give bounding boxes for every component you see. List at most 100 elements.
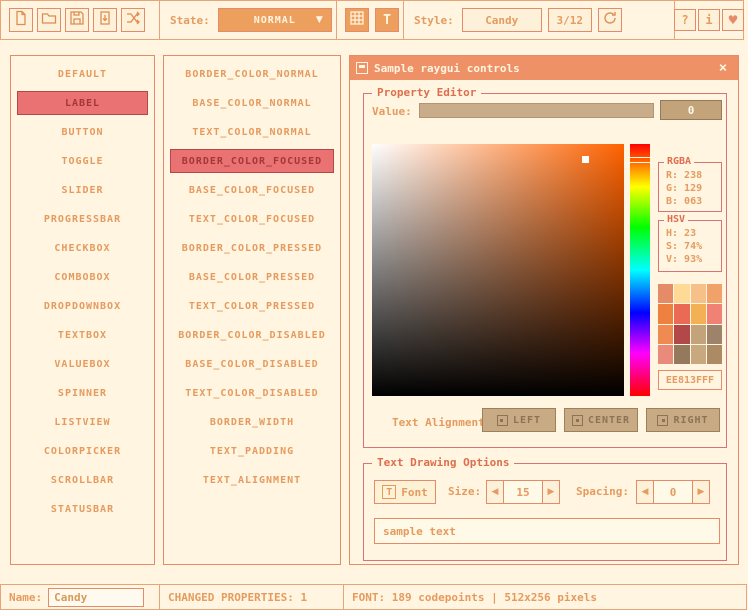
help-button[interactable]: ? bbox=[674, 9, 696, 31]
value-label: Value: bbox=[372, 105, 412, 118]
statusbar-changed-section: CHANGED PROPERTIES: 1 bbox=[159, 584, 344, 610]
hex-value-text: EE813FFF bbox=[666, 375, 714, 386]
palette-swatch[interactable] bbox=[674, 284, 689, 303]
value-box[interactable]: 0 bbox=[660, 100, 722, 120]
spacing-decrement-button[interactable]: ◀ bbox=[636, 480, 654, 504]
control-item-dropdownbox[interactable]: DROPDOWNBOX bbox=[17, 294, 148, 318]
align-right-button[interactable]: RIGHT bbox=[646, 408, 720, 432]
palette-swatch[interactable] bbox=[658, 325, 673, 344]
new-file-button[interactable] bbox=[9, 8, 33, 32]
style-counter-value: 3/12 bbox=[557, 14, 584, 27]
size-decrement-button[interactable]: ◀ bbox=[486, 480, 504, 504]
control-item-combobox[interactable]: COMBOBOX bbox=[17, 265, 148, 289]
random-style-button[interactable] bbox=[121, 8, 145, 32]
palette-swatch[interactable] bbox=[674, 345, 689, 364]
control-item-spinner[interactable]: SPINNER bbox=[17, 381, 148, 405]
window-titlebar[interactable]: Sample raygui controls × bbox=[350, 56, 738, 80]
property-item-border_color_disabled[interactable]: BORDER_COLOR_DISABLED bbox=[170, 323, 334, 347]
close-icon[interactable]: × bbox=[714, 59, 732, 77]
control-item-button[interactable]: BUTTON bbox=[17, 120, 148, 144]
left-arrow-icon: ◀ bbox=[492, 487, 499, 497]
palette-swatch[interactable] bbox=[707, 304, 722, 323]
align-left-label: LEFT bbox=[513, 415, 541, 426]
save-file-button[interactable] bbox=[65, 8, 89, 32]
export-file-button[interactable] bbox=[93, 8, 117, 32]
property-item-text_color_focused[interactable]: TEXT_COLOR_FOCUSED bbox=[170, 207, 334, 231]
spacing-value-box[interactable]: 0 bbox=[653, 480, 693, 504]
reload-style-button[interactable] bbox=[598, 8, 622, 32]
size-increment-button[interactable]: ▶ bbox=[542, 480, 560, 504]
property-item-base_color_pressed[interactable]: BASE_COLOR_PRESSED bbox=[170, 265, 334, 289]
property-item-border_width[interactable]: BORDER_WIDTH bbox=[170, 410, 334, 434]
property-item-border_color_normal[interactable]: BORDER_COLOR_NORMAL bbox=[170, 62, 334, 86]
property-item-text_padding[interactable]: TEXT_PADDING bbox=[170, 439, 334, 463]
hsv-h-value: H: 23 bbox=[666, 227, 721, 240]
rgba-label: RGBA bbox=[664, 156, 694, 167]
state-dropdown-value: NORMAL bbox=[254, 15, 296, 26]
hue-bar-cursor[interactable] bbox=[627, 157, 651, 163]
control-item-slider[interactable]: SLIDER bbox=[17, 178, 148, 202]
style-table-button[interactable] bbox=[345, 8, 369, 32]
palette-swatch[interactable] bbox=[707, 284, 722, 303]
property-item-text_alignment[interactable]: TEXT_ALIGNMENT bbox=[170, 468, 334, 492]
export-icon bbox=[97, 10, 113, 30]
spacing-increment-button[interactable]: ▶ bbox=[692, 480, 710, 504]
palette-swatch[interactable] bbox=[658, 304, 673, 323]
palette-swatch[interactable] bbox=[674, 304, 689, 323]
control-item-checkbox[interactable]: CHECKBOX bbox=[17, 236, 148, 260]
toolbar-style-section: Style: Candy 3/12 bbox=[403, 0, 675, 40]
control-item-textbox[interactable]: TEXTBOX bbox=[17, 323, 148, 347]
palette-swatch[interactable] bbox=[691, 284, 706, 303]
info-button[interactable]: i bbox=[698, 9, 720, 31]
property-item-base_color_focused[interactable]: BASE_COLOR_FOCUSED bbox=[170, 178, 334, 202]
palette-swatch[interactable] bbox=[691, 304, 706, 323]
style-name-input-value: Candy bbox=[54, 591, 87, 604]
property-item-border_color_focused[interactable]: BORDER_COLOR_FOCUSED bbox=[170, 149, 334, 173]
color-picker-cursor[interactable] bbox=[582, 156, 589, 163]
properties-listview: BORDER_COLOR_NORMAL BASE_COLOR_NORMAL TEXT… bbox=[163, 55, 341, 565]
control-item-progressbar[interactable]: PROGRESSBAR bbox=[17, 207, 148, 231]
property-item-text_color_pressed[interactable]: TEXT_COLOR_PRESSED bbox=[170, 294, 334, 318]
toolbar-help-section: ? i ♥ bbox=[674, 0, 744, 40]
control-item-toggle[interactable]: TOGGLE bbox=[17, 149, 148, 173]
palette-swatch[interactable] bbox=[674, 325, 689, 344]
style-name-combobox[interactable]: Candy bbox=[462, 8, 542, 32]
property-item-base_color_disabled[interactable]: BASE_COLOR_DISABLED bbox=[170, 352, 334, 376]
hue-bar[interactable] bbox=[630, 144, 650, 396]
sample-text-input[interactable]: sample text bbox=[374, 518, 720, 544]
palette-swatch[interactable] bbox=[691, 325, 706, 344]
align-center-button[interactable]: CENTER bbox=[564, 408, 638, 432]
control-item-listview[interactable]: LISTVIEW bbox=[17, 410, 148, 434]
palette-swatch[interactable] bbox=[658, 284, 673, 303]
property-item-border_color_pressed[interactable]: BORDER_COLOR_PRESSED bbox=[170, 236, 334, 260]
control-item-valuebox[interactable]: VALUEBOX bbox=[17, 352, 148, 376]
style-counter-button[interactable]: 3/12 bbox=[548, 8, 592, 32]
save-icon bbox=[69, 10, 85, 30]
text-drawing-options-group: Text Drawing Options T Font Size: ◀ 15 ▶… bbox=[363, 463, 727, 561]
hex-value-box[interactable]: EE813FFF bbox=[658, 370, 722, 390]
palette-swatch[interactable] bbox=[658, 345, 673, 364]
property-item-base_color_normal[interactable]: BASE_COLOR_NORMAL bbox=[170, 91, 334, 115]
property-item-text_color_normal[interactable]: TEXT_COLOR_NORMAL bbox=[170, 120, 334, 144]
state-dropdown[interactable]: NORMAL ▼ bbox=[218, 8, 332, 32]
control-item-label[interactable]: LABEL bbox=[17, 91, 148, 115]
control-item-colorpicker[interactable]: COLORPICKER bbox=[17, 439, 148, 463]
size-value-box[interactable]: 15 bbox=[503, 480, 543, 504]
spacing-spinner: ◀ 0 ▶ bbox=[636, 480, 710, 504]
control-item-scrollbar[interactable]: SCROLLBAR bbox=[17, 468, 148, 492]
control-item-default[interactable]: DEFAULT bbox=[17, 62, 148, 86]
palette-swatch[interactable] bbox=[691, 345, 706, 364]
sponsor-button[interactable]: ♥ bbox=[722, 9, 744, 31]
font-button[interactable]: T Font bbox=[374, 480, 436, 504]
control-item-statusbar[interactable]: STATUSBAR bbox=[17, 497, 148, 521]
palette-swatch[interactable] bbox=[707, 325, 722, 344]
open-file-button[interactable] bbox=[37, 8, 61, 32]
align-left-button[interactable]: LEFT bbox=[482, 408, 556, 432]
color-picker[interactable] bbox=[372, 144, 624, 396]
property-item-text_color_disabled[interactable]: TEXT_COLOR_DISABLED bbox=[170, 381, 334, 405]
value-slider[interactable] bbox=[419, 103, 654, 118]
font-atlas-button[interactable]: T bbox=[375, 8, 399, 32]
name-label: Name: bbox=[9, 591, 42, 604]
palette-swatch[interactable] bbox=[707, 345, 722, 364]
style-name-input[interactable]: Candy bbox=[48, 588, 144, 607]
